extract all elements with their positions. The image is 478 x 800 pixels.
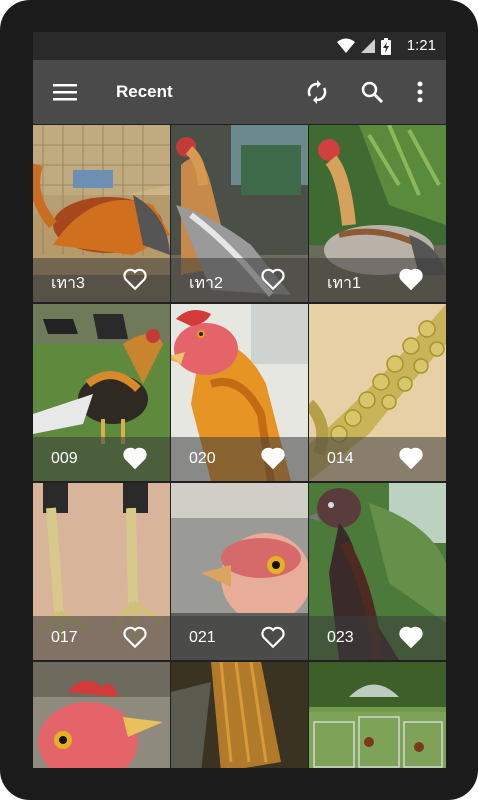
tile-label: เทา1 [327, 275, 361, 292]
tile-label: 020 [189, 450, 216, 467]
overflow-menu-button[interactable] [406, 78, 434, 106]
app-bar: Recent [33, 60, 446, 124]
heart-filled-icon[interactable] [260, 445, 286, 471]
sync-icon [307, 80, 327, 104]
heart-filled-icon[interactable] [122, 445, 148, 471]
cell-signal-icon [361, 39, 375, 53]
photo-tile[interactable] [171, 662, 308, 768]
tile-label: 017 [51, 629, 78, 646]
search-icon [361, 81, 384, 104]
tile-label: 009 [51, 450, 78, 467]
heart-filled-icon[interactable] [398, 624, 424, 650]
heart-filled-icon[interactable] [398, 266, 424, 292]
photo-tile[interactable]: 017 [33, 483, 170, 660]
photo-tile[interactable] [33, 662, 170, 768]
rooster-feathers-photo [171, 662, 308, 768]
tile-label: 023 [327, 629, 354, 646]
menu-button[interactable] [51, 78, 79, 106]
photo-tile[interactable]: 023 [309, 483, 446, 660]
tile-footer: เทา3 [33, 258, 170, 302]
status-time: 1:21 [406, 37, 436, 54]
tile-footer: 017 [33, 616, 170, 660]
photo-tile[interactable]: เทา3 [33, 125, 170, 302]
tile-footer: เทา2 [171, 258, 308, 302]
chicken-pens-photo [309, 662, 446, 768]
tile-footer: 021 [171, 616, 308, 660]
heart-filled-icon[interactable] [398, 445, 424, 471]
photo-grid: เทา3 เทา2 เทา1 009 020 014 017 021 023 [33, 125, 446, 768]
search-button[interactable] [358, 78, 386, 106]
photo-tile[interactable]: 009 [33, 304, 170, 481]
tile-footer: 014 [309, 437, 446, 481]
more-vertical-icon [417, 81, 423, 103]
tile-label: เทา2 [189, 275, 223, 292]
device-frame: 1:21 Recent เทา3 เทา2 เทา1 009 020 014 0… [0, 0, 478, 800]
tile-label: 021 [189, 629, 216, 646]
wifi-icon [337, 38, 355, 53]
heart-outline-icon[interactable] [122, 266, 148, 292]
photo-tile[interactable] [309, 662, 446, 768]
tile-footer: เทา1 [309, 258, 446, 302]
heart-outline-icon[interactable] [260, 624, 286, 650]
sync-button[interactable] [303, 78, 331, 106]
tile-footer: 020 [171, 437, 308, 481]
photo-tile[interactable]: 021 [171, 483, 308, 660]
tile-label: เทา3 [51, 275, 85, 292]
tile-footer: 009 [33, 437, 170, 481]
photo-tile[interactable]: เทา2 [171, 125, 308, 302]
photo-tile[interactable]: 020 [171, 304, 308, 481]
hamburger-menu-icon [53, 84, 77, 101]
photo-tile[interactable]: 014 [309, 304, 446, 481]
heart-outline-icon[interactable] [122, 624, 148, 650]
tile-label: 014 [327, 450, 354, 467]
heart-outline-icon[interactable] [260, 266, 286, 292]
status-bar: 1:21 [33, 32, 446, 60]
page-title: Recent [116, 82, 173, 101]
screen: 1:21 Recent เทา3 เทา2 เทา1 009 020 014 0… [33, 32, 446, 768]
photo-tile[interactable]: เทา1 [309, 125, 446, 302]
tile-footer: 023 [309, 616, 446, 660]
status-icons [337, 37, 391, 55]
battery-charging-icon [381, 37, 391, 55]
rooster-head-photo [33, 662, 170, 768]
